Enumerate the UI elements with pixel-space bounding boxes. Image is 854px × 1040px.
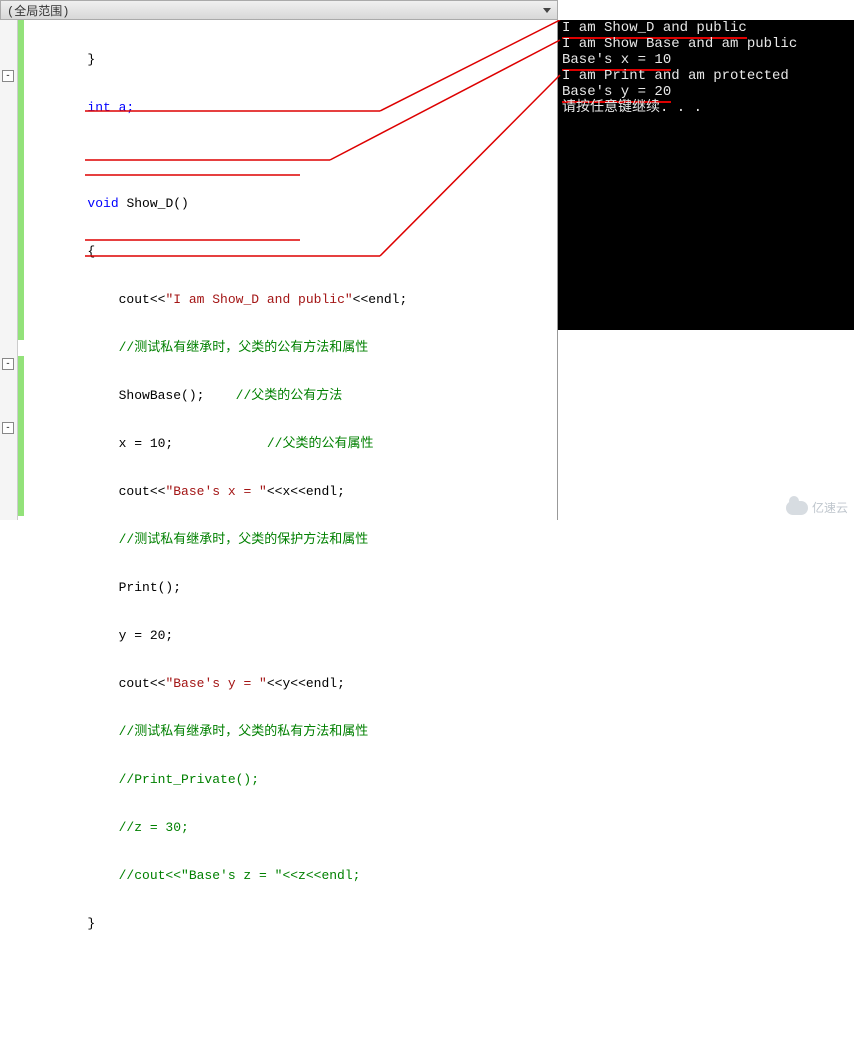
code-line: cout<<"I am Show_D and public"<<endl; (25, 292, 557, 308)
fold-toggle-icon[interactable]: - (2, 70, 14, 82)
code-line (25, 148, 557, 164)
code-line: //z = 30; (25, 820, 557, 836)
scope-dropdown[interactable]: (全局范围) (1, 1, 557, 20)
code-body: } int a; void Show_D() { cout<<"I am Sho… (25, 20, 557, 1040)
code-line: //测试私有继承时，父类的公有方法和属性 (25, 340, 557, 356)
console-line: I am Print and am protected (562, 68, 850, 84)
code-line: Print(); (25, 580, 557, 596)
code-line: { (25, 244, 557, 260)
code-line: y = 20; (25, 628, 557, 644)
code-line: } (25, 52, 557, 68)
fold-toggle-icon[interactable]: - (2, 422, 14, 434)
code-line: //cout<<"Base's z = "<<z<<endl; (25, 868, 557, 884)
watermark-text: 亿速云 (812, 499, 848, 516)
code-line: //测试私有继承时，父类的保护方法和属性 (25, 532, 557, 548)
console-line: I am Show_D and public (562, 20, 850, 36)
cloud-icon (786, 501, 808, 515)
code-line: //测试私有继承时，父类的私有方法和属性 (25, 724, 557, 740)
change-bar (18, 20, 24, 340)
code-line: int a; (25, 100, 557, 116)
code-line: x = 10; //父类的公有属性 (25, 436, 557, 452)
toolbar: (全局范围) (0, 0, 558, 20)
scope-label: (全局范围) (7, 2, 69, 19)
code-line (25, 964, 557, 980)
watermark: 亿速云 (786, 499, 848, 516)
gutter (0, 20, 18, 520)
change-bar (18, 356, 24, 516)
code-editor[interactable]: - - - } int a; void Show_D() { cout<<"I … (0, 20, 558, 520)
console-line: Base's x = 10 (562, 52, 850, 68)
code-line: cout<<"Base's y = "<<y<<endl; (25, 676, 557, 692)
main-area: - - - } int a; void Show_D() { cout<<"I … (0, 20, 854, 520)
console-output: I am Show_D and public I am Show Base an… (558, 20, 854, 330)
fold-toggle-icon[interactable]: - (2, 358, 14, 370)
chevron-down-icon (543, 8, 551, 13)
console-line: Base's y = 20 (562, 84, 850, 100)
code-line: //Print_Private(); (25, 772, 557, 788)
code-line (25, 1012, 557, 1028)
console-line: 请按任意键继续. . . (562, 100, 850, 116)
code-line: void Show_D() (25, 196, 557, 212)
code-line: } (25, 916, 557, 932)
code-line: ShowBase(); //父类的公有方法 (25, 388, 557, 404)
console-line: I am Show Base and am public (562, 36, 850, 52)
code-line: cout<<"Base's x = "<<x<<endl; (25, 484, 557, 500)
